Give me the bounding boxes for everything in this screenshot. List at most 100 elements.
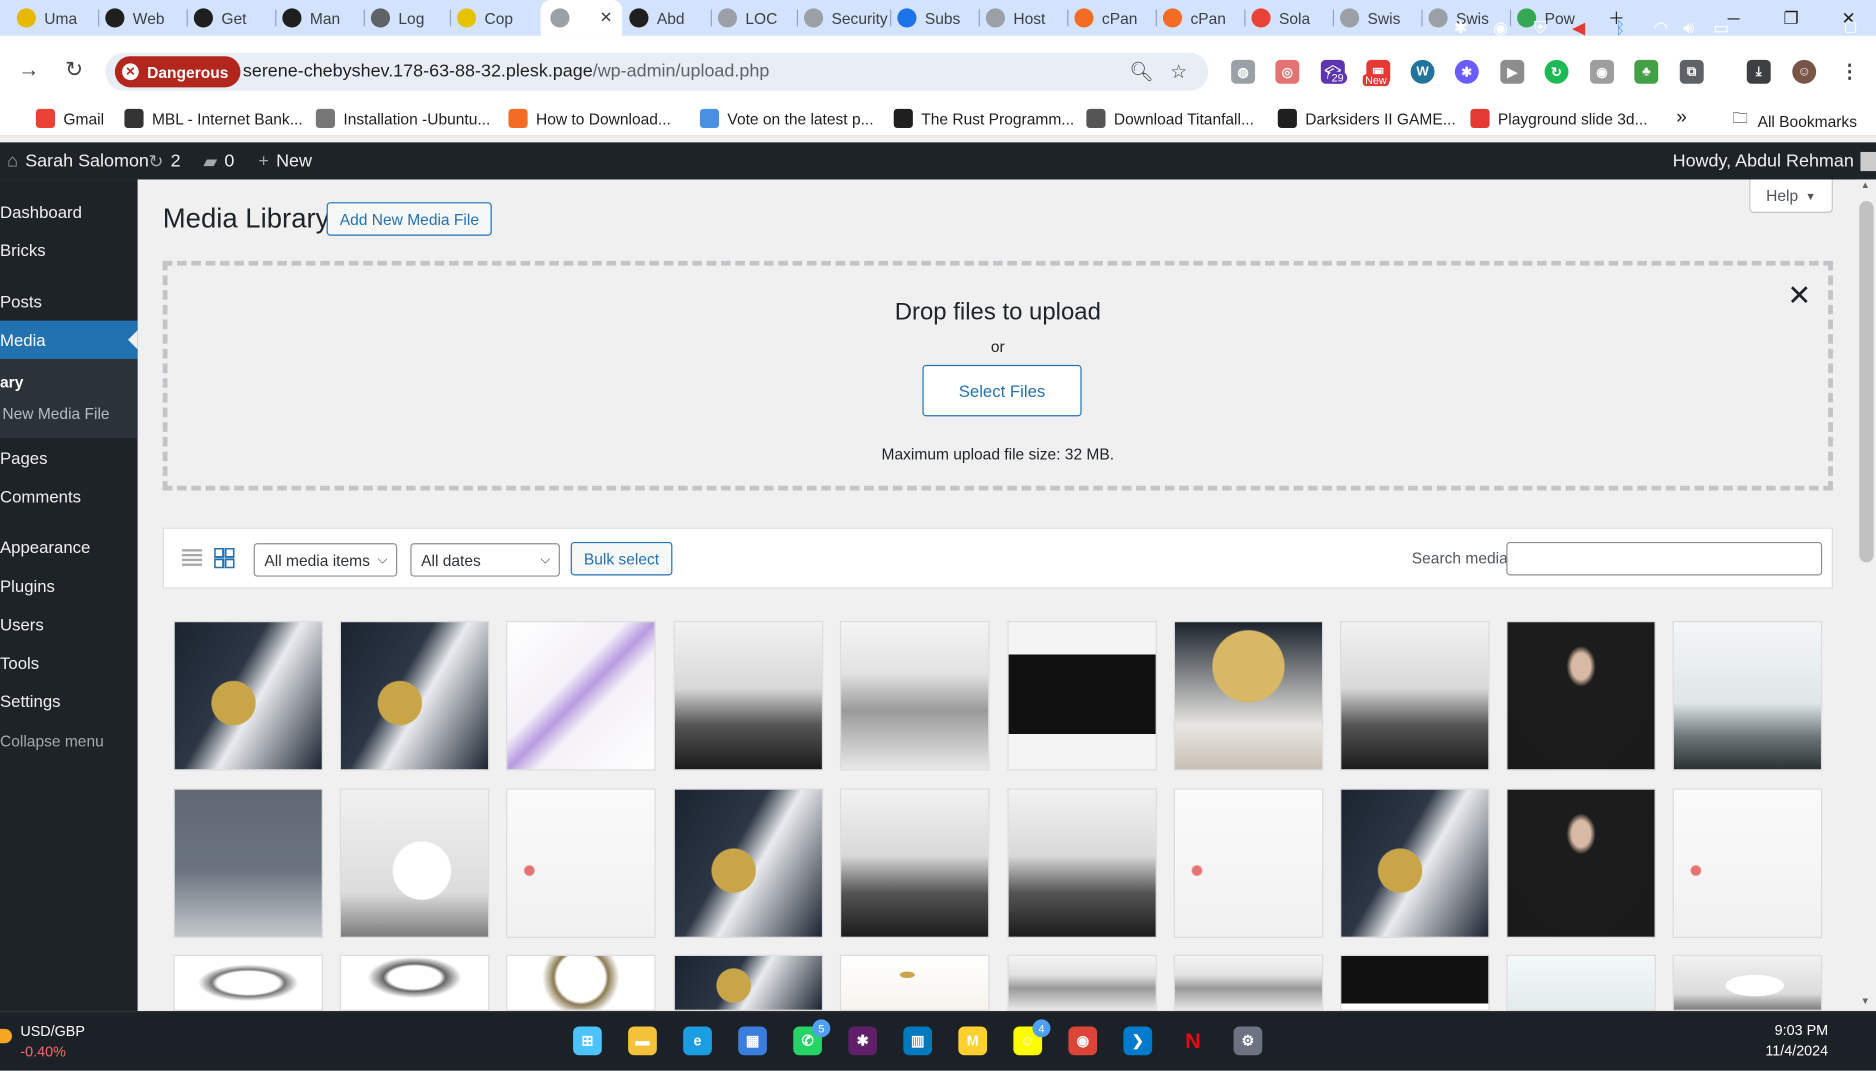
start-button[interactable]: ⊞ — [568, 1022, 606, 1060]
browser-tab[interactable]: Sola — [1249, 0, 1330, 36]
media-attachment-jewel-diamond[interactable] — [339, 954, 490, 1011]
close-upload-icon[interactable]: ✕ — [1787, 282, 1811, 311]
media-attachment-white-brush[interactable] — [1672, 788, 1823, 939]
list-view-icon[interactable] — [181, 548, 203, 568]
media-attachment-misty-sea[interactable] — [1672, 620, 1823, 771]
media-attachment-mountain-fog[interactable] — [839, 620, 990, 771]
bookmark-link[interactable]: Darksiders II GAME... — [1277, 108, 1456, 129]
whatsapp-icon[interactable]: ✆ 5 — [788, 1019, 831, 1060]
media-attachment-moon-woman[interactable] — [1173, 620, 1324, 771]
bookmark-link[interactable]: How to Download... — [508, 108, 671, 129]
media-attachment-gold-script[interactable] — [839, 954, 990, 1011]
extensions-puzzle-icon[interactable]: ⧉ — [1679, 59, 1704, 84]
sidebar-item-collapse[interactable]: Collapse menu — [0, 721, 138, 759]
media-attachment-swan[interactable] — [1672, 954, 1823, 1011]
media-attachment-product-box[interactable] — [506, 620, 656, 771]
add-new-media-button[interactable]: Add New Media File — [326, 202, 493, 236]
bluetooth-icon[interactable]: ᛒ — [1615, 18, 1625, 37]
browser-menu-icon[interactable]: ⋮ — [1837, 59, 1862, 84]
browser-tab[interactable]: Cop — [455, 0, 534, 36]
bookmark-link[interactable]: Installation -Ubuntu... — [315, 108, 490, 129]
file-explorer-icon[interactable]: ▬ — [623, 1022, 661, 1060]
media-attachment-gray-gradient[interactable] — [173, 788, 324, 939]
browser-tab[interactable]: ✕ — [540, 0, 623, 36]
reload-icon[interactable]: ↻ — [60, 55, 89, 84]
sidebar-item-media[interactable]: Media — [0, 320, 138, 359]
flower-extension-icon[interactable]: ✱ — [1454, 59, 1479, 84]
bookmark-link[interactable]: MBL - Internet Bank... — [124, 108, 303, 129]
media-attachment-moon[interactable] — [173, 620, 324, 771]
sidebar-item-plugins[interactable]: Plugins — [0, 567, 138, 605]
sidebar-item-tools[interactable]: Tools — [0, 644, 138, 682]
sidebar-item-appearance[interactable]: Appearance — [0, 528, 138, 566]
browser-tab[interactable]: LOC — [715, 0, 794, 36]
sidebar-item-users[interactable]: Users — [0, 605, 138, 643]
snapchat-icon[interactable]: ☺ 4 — [1009, 1019, 1051, 1060]
media-attachment-jewel-heart[interactable] — [173, 954, 324, 1011]
bookmark-star-icon[interactable]: ☆ — [1170, 60, 1187, 84]
sidebar-item-settings[interactable]: Settings — [0, 682, 138, 720]
edge-icon[interactable]: e — [678, 1022, 716, 1060]
search-media-input[interactable] — [1506, 541, 1823, 576]
chrome-tray-icon[interactable]: ◉ — [1493, 18, 1508, 38]
battery-icon[interactable]: ▭ — [1713, 18, 1729, 38]
browser-tab[interactable]: Security — [802, 0, 888, 36]
browser-tab[interactable]: Web — [103, 0, 184, 36]
browser-tab[interactable]: Host — [983, 0, 1064, 36]
miro-icon[interactable]: M — [954, 1022, 992, 1060]
camera-extension-icon[interactable]: ◉ — [1590, 59, 1614, 84]
url-text[interactable]: serene-chebyshev.178-63-88-32.plesk.page… — [243, 61, 769, 81]
security-tray-icon[interactable]: ⛨ — [1534, 18, 1547, 38]
media-attachment-swan[interactable] — [339, 788, 490, 939]
browser-tab[interactable]: Get — [191, 0, 272, 36]
chrome-icon[interactable]: ◉ — [1064, 1022, 1102, 1060]
leaf-extension-icon[interactable]: ♣ — [1634, 59, 1659, 84]
clock-time[interactable]: 9:03 PM — [1761, 1022, 1828, 1039]
speaker-alert-icon[interactable]: ◀ — [1572, 18, 1585, 38]
trello-icon[interactable]: ▥ — [899, 1022, 937, 1060]
browser-tab[interactable]: Abd — [627, 0, 708, 36]
bulk-select-button[interactable]: Bulk select — [570, 541, 673, 576]
sidebar-item-bricks[interactable]: Bricks — [0, 231, 138, 269]
bookmark-link[interactable]: Vote on the latest p... — [699, 108, 874, 129]
browser-tab[interactable]: cPan — [1161, 0, 1242, 36]
vscode-icon[interactable]: ❯ — [1119, 1022, 1157, 1060]
ticker-name[interactable]: USD/GBP — [20, 1023, 85, 1040]
forward-icon[interactable]: → — [14, 55, 43, 84]
comments-link[interactable]: ▰ 0 — [203, 142, 234, 179]
select-files-button[interactable]: Select Files — [922, 364, 1082, 417]
download-icon[interactable]: ⤓ — [1746, 59, 1771, 84]
volume-icon[interactable]: 🔊︎ — [1683, 18, 1694, 38]
all-bookmarks-folder[interactable]: 🗀 All Bookmarks — [1732, 108, 1857, 134]
zoom-icon[interactable]: 🔍︎ — [1129, 60, 1153, 84]
scrollbar-thumb[interactable] — [1859, 201, 1874, 563]
profile-avatar[interactable]: ☺ — [1792, 59, 1817, 84]
browser-tab[interactable]: Swis — [1338, 0, 1419, 36]
slack-tray-icon[interactable]: ✱ — [1454, 18, 1468, 38]
bookmark-link[interactable]: The Rust Programm... — [893, 108, 1074, 129]
media-attachment-moon[interactable] — [673, 954, 824, 1011]
browser-tab[interactable]: Subs — [895, 0, 976, 36]
close-tab-icon[interactable]: ✕ — [600, 8, 613, 27]
my-account-link[interactable]: Howdy, Abdul Rehman — [1673, 142, 1876, 179]
media-type-filter[interactable]: All media items ⌵ — [253, 543, 398, 577]
screenshot-extension-icon[interactable]: ◎ — [1275, 59, 1300, 84]
site-name-link[interactable]: ⌂ Sarah Salomon — [7, 142, 149, 179]
bookmark-link[interactable]: Gmail — [35, 108, 104, 129]
media-attachment-white-brush[interactable] — [506, 788, 656, 939]
media-attachment-wolf-fog[interactable] — [673, 620, 824, 771]
wordpress-extension-icon[interactable]: W — [1410, 59, 1435, 84]
media-attachment-black-square[interactable] — [1340, 954, 1490, 1011]
scroll-down-icon[interactable]: ▼ — [1860, 995, 1869, 1006]
scroll-up-icon[interactable]: ▲ — [1860, 179, 1869, 190]
settings-gear-icon[interactable]: ⚙ — [1229, 1022, 1267, 1060]
globe-extension-icon[interactable]: ◍ — [1231, 59, 1256, 84]
browser-tab[interactable]: cPan — [1072, 0, 1153, 36]
updates-link[interactable]: ↻ 2 — [148, 142, 180, 179]
restore-button[interactable]: ❐ — [1764, 0, 1819, 36]
upload-dropzone[interactable]: Drop files to upload or Select Files Max… — [162, 260, 1833, 491]
bookmark-link[interactable]: Playground slide 3d... — [1470, 108, 1648, 129]
media-attachment-wolf-fog[interactable] — [1340, 620, 1490, 771]
submenu-add-new[interactable]: New Media File — [2, 404, 140, 422]
sidebar-item-pages[interactable]: Pages — [0, 439, 138, 477]
